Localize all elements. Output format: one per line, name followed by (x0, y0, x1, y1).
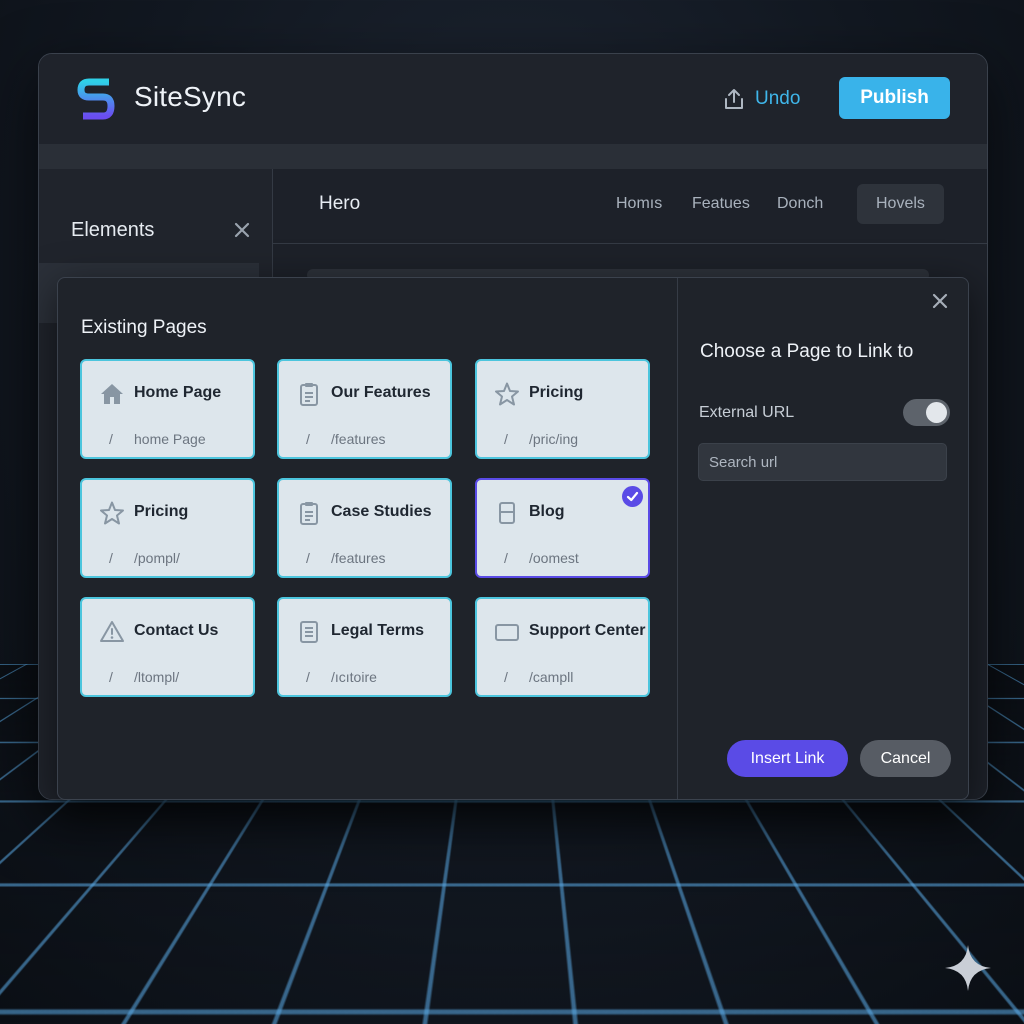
path-slash: / (306, 550, 310, 566)
page-card-title: Legal Terms (331, 622, 424, 640)
page-card-path: /oomest (529, 550, 579, 566)
sidebar-title: Elements (71, 219, 154, 242)
clipboard-icon (296, 500, 322, 526)
page-card-path: /features (331, 431, 385, 447)
external-url-label: External URL (699, 404, 794, 422)
page-card-path: home Page (134, 431, 206, 447)
nav-tab-featues[interactable]: Featues (692, 195, 750, 213)
path-slash: / (504, 669, 508, 685)
page-card-our-features[interactable]: Our Features / /features (277, 359, 452, 459)
modal-divider (677, 278, 678, 799)
external-url-toggle[interactable] (903, 399, 950, 426)
star-icon (494, 381, 520, 407)
path-slash: / (504, 431, 508, 447)
insert-link-button[interactable]: Insert Link (727, 740, 848, 777)
publish-button[interactable]: Publish (839, 77, 950, 119)
page-card-pricing[interactable]: Pricing / /pric/ing (475, 359, 650, 459)
path-slash: / (109, 669, 113, 685)
close-icon[interactable] (931, 292, 949, 310)
path-slash: / (504, 550, 508, 566)
page-card-title: Blog (529, 503, 565, 521)
top-bar: SiteSync Undo Publish (39, 54, 987, 144)
page-card-case-studies[interactable]: Case Studies / /features (277, 478, 452, 578)
search-url-input[interactable] (698, 443, 947, 481)
page-card-title: Case Studies (331, 503, 431, 521)
undo-button[interactable]: Undo (723, 82, 800, 116)
path-slash: / (306, 431, 310, 447)
path-slash: / (109, 431, 113, 447)
canvas-header: Hero Homıs Featues Donch Hovels (273, 169, 987, 244)
home-icon (99, 381, 125, 407)
page-card-contact-us[interactable]: Contact Us / /ltompl/ (80, 597, 255, 697)
page-card-home[interactable]: Home Page / home Page (80, 359, 255, 459)
monitor-icon (494, 619, 520, 645)
page-card-title: Pricing (529, 384, 583, 402)
undo-label: Undo (755, 88, 800, 110)
existing-pages-title: Existing Pages (81, 317, 207, 339)
page-card-path: /features (331, 550, 385, 566)
sitesync-logo-icon (75, 76, 117, 122)
page-card-title: Our Features (331, 384, 431, 402)
nav-tab-hovels[interactable]: Hovels (857, 184, 944, 224)
toolbar-strip (39, 144, 987, 169)
warning-icon (99, 619, 125, 645)
sparkle-icon (943, 943, 993, 993)
path-slash: / (109, 550, 113, 566)
selected-check-icon (622, 486, 643, 507)
page-card-path: /pompl/ (134, 550, 180, 566)
section-label: Hero (319, 193, 360, 215)
page-card-blog[interactable]: Blog / /oomest (475, 478, 650, 578)
document-icon (296, 619, 322, 645)
page-card-legal-terms[interactable]: Legal Terms / /ıcıtoire (277, 597, 452, 697)
toggle-knob (926, 402, 947, 423)
clipboard-icon (296, 381, 322, 407)
cancel-button[interactable]: Cancel (860, 740, 951, 777)
page-card-title: Home Page (134, 384, 221, 402)
nav-tab-donch[interactable]: Donch (777, 195, 823, 213)
page-card-title: Support Center (529, 622, 645, 640)
page-card-pricing-2[interactable]: Pricing / /pompl/ (80, 478, 255, 578)
blog-icon (494, 500, 520, 526)
page-card-path: /campll (529, 669, 573, 685)
link-picker-modal: Existing Pages Home Page / home Page Our… (57, 277, 969, 800)
page-card-title: Contact Us (134, 622, 218, 640)
page-card-path: /ıcıtoire (331, 669, 377, 685)
link-target-title: Choose a Page to Link to (700, 341, 913, 363)
brand-name: SiteSync (134, 81, 246, 113)
upload-icon (723, 87, 745, 111)
star-icon (99, 500, 125, 526)
page-card-path: /pric/ing (529, 431, 578, 447)
close-icon[interactable] (231, 219, 253, 241)
page-card-title: Pricing (134, 503, 188, 521)
page-card-path: /ltompl/ (134, 669, 179, 685)
page-card-support-center[interactable]: Support Center / /campll (475, 597, 650, 697)
path-slash: / (306, 669, 310, 685)
nav-tab-homis[interactable]: Homıs (616, 195, 662, 213)
